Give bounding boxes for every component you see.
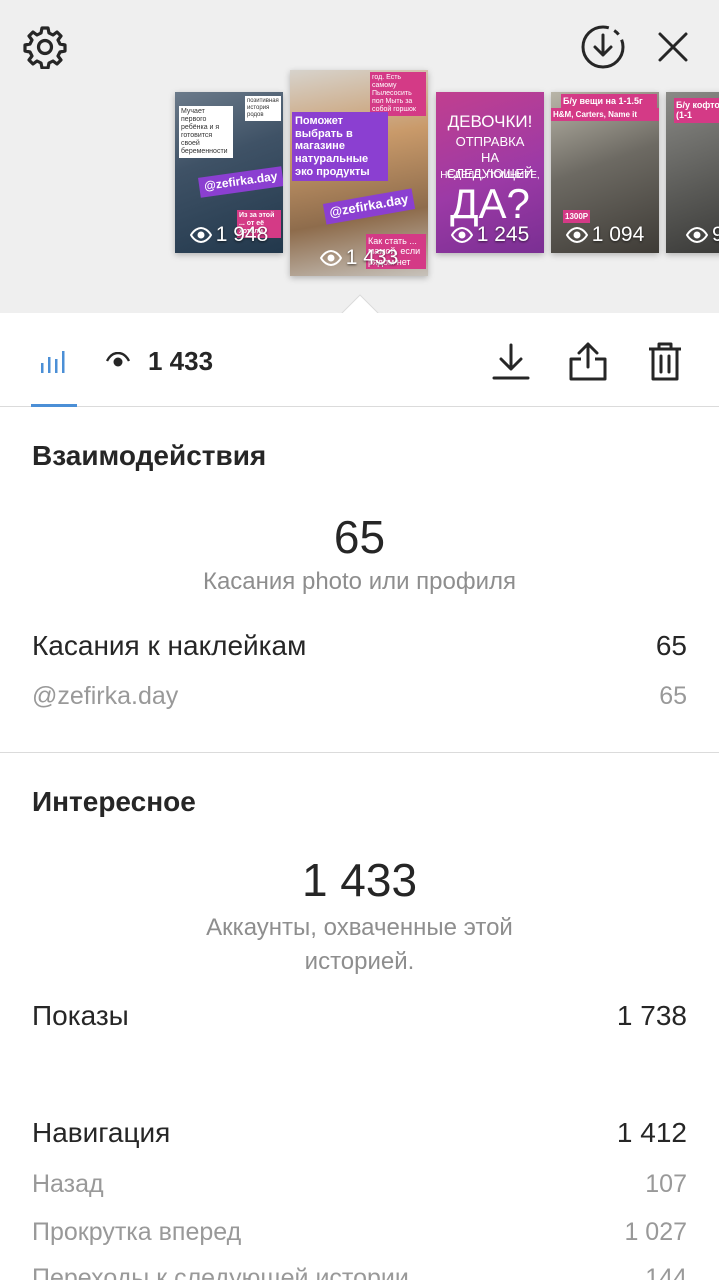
- row-value: 65: [655, 630, 687, 661]
- row-label: Назад: [32, 1170, 104, 1198]
- row-label: Прокрутка вперед: [32, 1218, 242, 1246]
- thumb-top-text: Б/у кофто (1-1: [674, 98, 719, 123]
- row-value: 1 412: [616, 1117, 687, 1148]
- story-thumbnail-2-selected[interactable]: год. Есть самому Пылесосить пол Мыть за …: [290, 70, 428, 276]
- thumb-top-text: Б/у вещи на 1-1.5г: [561, 94, 657, 109]
- delete-button[interactable]: [643, 339, 687, 383]
- thumb-views: 1 433: [290, 246, 428, 270]
- thumb-line-4: ДА?: [450, 180, 530, 227]
- settings-gear-icon[interactable]: [22, 24, 68, 70]
- thumb-corner-text: позитивная история родов: [245, 96, 281, 121]
- trash-icon: [649, 342, 681, 381]
- tab-underline: [31, 404, 77, 407]
- eye-icon: [319, 250, 342, 266]
- eye-icon: [189, 227, 212, 243]
- section-divider: [0, 752, 719, 753]
- download-icon: [492, 343, 530, 380]
- next-story-row: Переходы к следующей истории 144: [32, 1264, 687, 1280]
- thumb-brands: H&M, Carters, Name it: [551, 108, 659, 122]
- tab-insights[interactable]: [31, 343, 77, 407]
- thumb-price: 1300Р: [563, 210, 591, 224]
- row-value: 1 738: [616, 1000, 687, 1031]
- row-value: 107: [645, 1170, 687, 1198]
- row-value: 1 027: [624, 1218, 687, 1246]
- thumb-views: 9: [666, 223, 719, 247]
- interactions-total-label: Касания photo или профиля: [202, 568, 517, 595]
- row-label: Навигация: [32, 1117, 171, 1148]
- thumb-top-text: год. Есть самому Пылесосить пол Мыть за …: [370, 72, 426, 117]
- navigation-row: Навигация 1 412: [32, 1117, 687, 1149]
- thumb-headline: Поможет выбрать в магазине натуральные э…: [292, 112, 388, 182]
- thumb-caption-tag: @zefirka.day: [198, 166, 283, 198]
- views-count-value: 1 433: [148, 345, 214, 376]
- story-thumbnail-3[interactable]: ДЕВОЧКИ! ОТПРАВКА НА СЛЕДУЮЩЕЙ НЕДЕЛЕ, П…: [436, 92, 544, 253]
- forward-row: Прокрутка вперед 1 027: [32, 1218, 687, 1247]
- bar-chart-icon: [41, 351, 65, 373]
- close-icon[interactable]: [652, 26, 694, 68]
- thumb-views: 1 948: [175, 223, 283, 247]
- story-thumbnail-4[interactable]: Б/у вещи на 1-1.5г H&M, Carters, Name it…: [551, 92, 659, 253]
- back-row: Назад 107: [32, 1170, 687, 1199]
- tab-viewers[interactable]: 1 433: [106, 343, 213, 379]
- share-icon: [569, 342, 607, 381]
- save-button[interactable]: [489, 339, 533, 383]
- selected-pointer: [340, 294, 380, 315]
- eye-icon: [106, 352, 130, 367]
- row-value: 144: [645, 1264, 687, 1280]
- sticker-taps-row: Касания к наклейкам 65: [32, 630, 687, 662]
- row-label: Переходы к следующей истории: [32, 1264, 409, 1280]
- story-thumbnail-1[interactable]: Мучает первого ребёнка и я готовится сво…: [175, 92, 283, 253]
- discovery-total: 1 433: [301, 854, 418, 906]
- interactions-title: Взаимодействия: [32, 440, 267, 471]
- row-label: @zefirka.day: [32, 682, 179, 710]
- thumb-views: 1 245: [436, 223, 544, 247]
- row-label: Показы: [32, 1000, 129, 1031]
- eye-icon: [565, 227, 588, 243]
- download-circle-icon[interactable]: [578, 22, 628, 72]
- eye-icon: [450, 227, 473, 243]
- eye-icon: [686, 227, 708, 243]
- thumb-top-text: Мучает первого ребёнка и я готовится сво…: [179, 106, 233, 159]
- stats-toolbar: 1 433: [0, 313, 719, 407]
- thumb-views: 1 094: [551, 223, 659, 247]
- discovery-title: Интересное: [32, 786, 196, 817]
- story-thumbnail-5[interactable]: Б/у кофто (1-1 9: [666, 92, 719, 253]
- impressions-row: Показы 1 738: [32, 1000, 687, 1032]
- discovery-total-label: Аккаунты, охваченные этой историей.: [206, 914, 513, 975]
- row-value: 65: [659, 682, 687, 710]
- interactions-total: 65: [333, 511, 386, 563]
- sticker-mention-row[interactable]: @zefirka.day 65: [32, 682, 687, 711]
- thumb-caption-tag: @zefirka.day: [322, 188, 416, 225]
- story-tray: Мучает первого ребёнка и я готовится сво…: [0, 0, 719, 315]
- share-button[interactable]: [566, 339, 610, 383]
- row-label: Касания к наклейкам: [32, 630, 307, 661]
- thumb-line-1: ДЕВОЧКИ!: [447, 112, 533, 131]
